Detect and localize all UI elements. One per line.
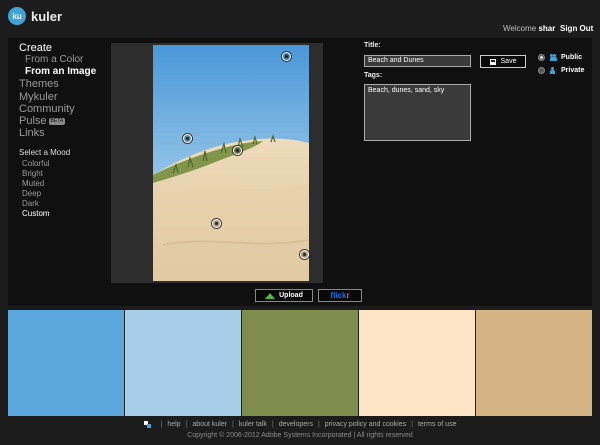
title-input[interactable]: Beach and Dunes	[364, 55, 471, 67]
mood-deep[interactable]: Deep	[19, 189, 70, 199]
title-label: Title:	[364, 42, 381, 49]
nav-from-image[interactable]: From an Image	[19, 66, 96, 78]
swatch-1[interactable]	[8, 310, 124, 416]
private-radio[interactable]	[538, 67, 545, 74]
nav-pulse[interactable]: Pulse BETA	[19, 115, 96, 127]
footer-separator: |	[160, 421, 163, 428]
color-picker-marker-2[interactable]	[183, 134, 192, 143]
mood-heading: Select a Mood	[19, 148, 71, 157]
copyright-text: Copyright © 2006-2012 Adobe Systems Inco…	[187, 432, 413, 439]
private-person-icon	[550, 67, 555, 74]
source-photo	[153, 45, 309, 281]
welcome-message: Welcome shar	[503, 24, 555, 33]
nav-community[interactable]: Community	[19, 103, 96, 115]
footer-link-terms[interactable]: terms of use	[418, 421, 457, 428]
mood-bright[interactable]: Bright	[19, 169, 70, 179]
flickr-button[interactable]: flick r	[318, 289, 362, 302]
color-picker-marker-1[interactable]	[282, 52, 291, 61]
app-name: kuler	[31, 8, 63, 24]
swatch-4[interactable]	[359, 310, 475, 416]
public-people-icon	[550, 54, 557, 61]
mood-selector: Select a Mood Colorful Bright Muted Deep…	[19, 148, 70, 219]
nav-links[interactable]: Links	[19, 127, 96, 139]
beta-badge: BETA	[48, 117, 66, 125]
save-disk-icon	[489, 58, 496, 65]
color-picker-marker-3[interactable]	[233, 146, 242, 155]
mood-colorful[interactable]: Colorful	[19, 159, 70, 169]
creative-commons-icon	[143, 421, 151, 428]
nav-themes[interactable]: Themes	[19, 78, 96, 90]
mood-custom[interactable]: Custom	[19, 209, 70, 219]
color-picker-marker-5[interactable]	[300, 250, 309, 259]
welcome-text: Welcome	[503, 24, 537, 33]
swatch-3[interactable]	[242, 310, 358, 416]
footer-link-help[interactable]: help	[167, 421, 180, 428]
footer-separator: |	[411, 421, 413, 428]
beach-dunes-image	[153, 45, 309, 281]
footer-link-developers[interactable]: developers	[279, 421, 313, 428]
footer-separator: |	[185, 421, 188, 428]
footer-links: | help | about kuler | kuler talk | deve…	[0, 419, 600, 430]
save-button[interactable]: Save	[480, 55, 526, 68]
flickr-logo-part1: flick	[330, 291, 347, 300]
footer-separator: |	[271, 421, 274, 428]
footer-link-about[interactable]: about kuler	[192, 421, 227, 428]
color-swatches	[8, 310, 592, 416]
footer-separator: |	[232, 421, 234, 428]
color-picker-marker-4[interactable]	[212, 219, 221, 228]
mood-muted[interactable]: Muted	[19, 179, 70, 189]
upload-button[interactable]: Upload	[255, 289, 313, 302]
username: shar	[538, 24, 556, 33]
image-preview-area	[111, 43, 323, 283]
header: ku kuler Welcome shar Sign Out	[0, 0, 600, 38]
footer-link-kuler-talk[interactable]: kuler talk	[239, 421, 267, 428]
nav-from-color[interactable]: From a Color	[19, 54, 96, 66]
kuler-logo-icon: ku	[8, 7, 26, 25]
main-panel: Create From a Color From an Image Themes…	[8, 38, 592, 306]
logo[interactable]: ku kuler	[8, 7, 62, 25]
flickr-logo-part2: r	[346, 291, 350, 300]
sidebar-nav: Create From a Color From an Image Themes…	[19, 42, 96, 140]
private-label: Private	[561, 67, 585, 74]
footer-separator: |	[317, 421, 320, 428]
upload-label: Upload	[279, 292, 303, 299]
nav-mykuler[interactable]: Mykuler	[19, 91, 96, 103]
public-option[interactable]: Public	[538, 54, 582, 61]
sign-out-link[interactable]: Sign Out	[560, 24, 593, 33]
public-radio[interactable]	[538, 54, 545, 61]
private-option[interactable]: Private	[538, 67, 584, 74]
upload-arrow-icon	[265, 292, 276, 299]
mood-dark[interactable]: Dark	[19, 199, 70, 209]
footer: | help | about kuler | kuler talk | deve…	[0, 419, 600, 439]
footer-link-privacy[interactable]: privacy policy and cookies	[325, 421, 406, 428]
save-label: Save	[500, 58, 517, 65]
swatch-5[interactable]	[476, 310, 592, 416]
tags-label: Tags:	[364, 72, 383, 79]
swatch-2[interactable]	[125, 310, 241, 416]
public-label: Public	[561, 54, 583, 61]
tags-textarea[interactable]: Beach, dunes, sand, sky	[364, 84, 471, 141]
nav-create[interactable]: Create	[19, 42, 96, 54]
nav-pulse-label: Pulse	[19, 115, 47, 128]
